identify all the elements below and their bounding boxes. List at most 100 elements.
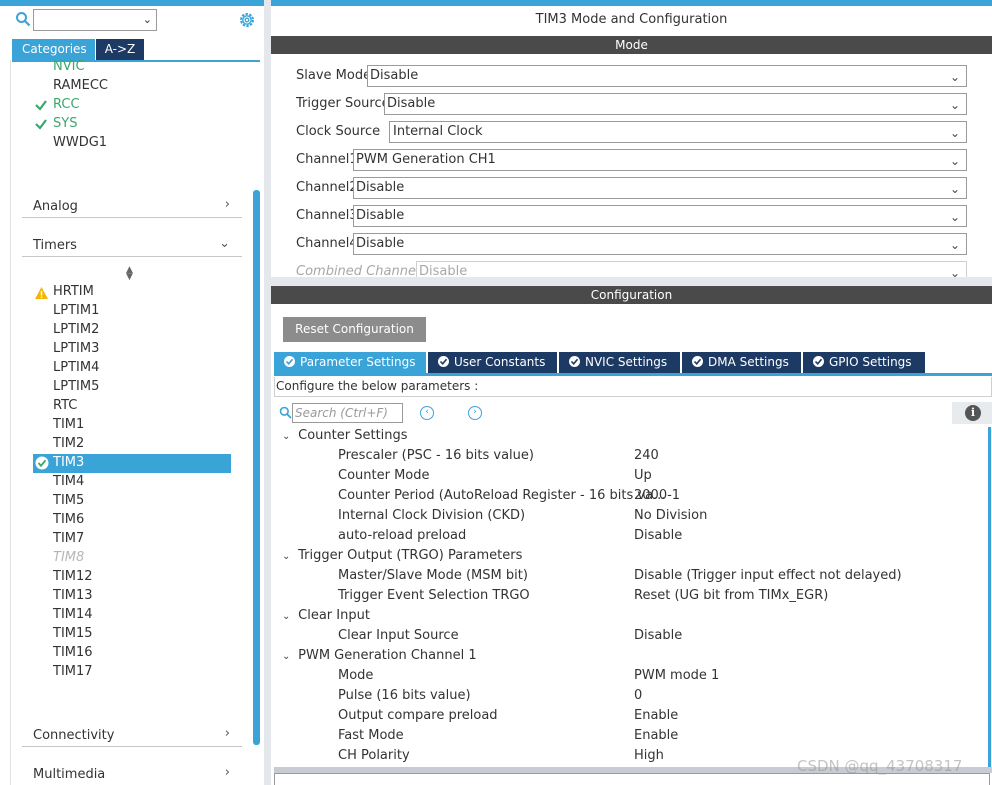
tree-item-tim14[interactable]: TIM14 <box>53 606 93 624</box>
group-clear-input[interactable]: ⌄ Clear Input <box>282 607 370 625</box>
tree-item-tim1[interactable]: TIM1 <box>53 416 84 434</box>
tree-item-tim5[interactable]: TIM5 <box>53 492 84 510</box>
chevron-down-icon[interactable]: ⌄ <box>143 13 152 26</box>
param-name[interactable]: Counter Mode <box>338 467 430 485</box>
tree-item-nvic[interactable]: NVIC <box>53 58 85 76</box>
tree-item-lptim3[interactable]: LPTIM3 <box>53 340 99 358</box>
tabs-underline <box>274 373 992 376</box>
tree-item-tim8[interactable]: TIM8 <box>53 549 84 567</box>
tree-item-lptim1[interactable]: LPTIM1 <box>53 302 99 320</box>
left-scrollbar-thumb[interactable] <box>253 190 260 745</box>
param-value[interactable]: 0 <box>634 687 642 705</box>
group-trigger-output[interactable]: ⌄ Trigger Output (TRGO) Parameters <box>282 547 522 565</box>
section-timers[interactable]: Timers ⌄ <box>22 233 242 257</box>
tree-item-sys[interactable]: SYS <box>53 115 77 133</box>
param-value[interactable]: 240 <box>634 447 659 465</box>
section-multimedia[interactable]: Multimedia › <box>22 762 242 785</box>
param-value[interactable]: No Division <box>634 507 707 525</box>
param-name[interactable]: Master/Slave Mode (MSM bit) <box>338 567 528 585</box>
tab-nvic-settings[interactable]: NVIC Settings <box>559 352 680 373</box>
param-value[interactable]: 2000-1 <box>634 487 680 505</box>
mode-config-splitter[interactable] <box>271 277 992 286</box>
clock-source-row: Clock Source Internal Clock ⌄ <box>296 121 967 143</box>
param-name[interactable]: CH Polarity <box>338 747 410 765</box>
channel1-value: PWM Generation CH1 <box>356 152 496 167</box>
next-match-icon[interactable]: › <box>468 406 482 420</box>
param-value[interactable]: Disable <box>634 627 682 645</box>
group-pwm-channel-1[interactable]: ⌄ PWM Generation Channel 1 <box>282 647 477 665</box>
channel3-select[interactable]: Disable ⌄ <box>353 205 967 227</box>
param-value[interactable]: Reset (UG bit from TIMx_EGR) <box>634 587 828 605</box>
param-name[interactable]: Pulse (16 bits value) <box>338 687 471 705</box>
tab-gpio-settings[interactable]: GPIO Settings <box>803 352 925 373</box>
tree-item-lptim5[interactable]: LPTIM5 <box>53 378 99 396</box>
component-search-combobox[interactable]: ⌄ <box>33 9 157 31</box>
param-name[interactable]: Mode <box>338 667 373 685</box>
tree-item-tim17[interactable]: TIM17 <box>53 663 93 681</box>
tree-item-rcc[interactable]: RCC <box>53 96 80 114</box>
param-value[interactable]: High <box>634 747 664 765</box>
sort-icon[interactable]: ▲ ▼ <box>126 266 133 282</box>
section-connectivity[interactable]: Connectivity › <box>22 723 242 747</box>
tree-item-hrtim[interactable]: HRTIM <box>53 283 94 301</box>
param-name[interactable]: Output compare preload <box>338 707 498 725</box>
tree-item-tim7[interactable]: TIM7 <box>53 530 84 548</box>
info-icon: i <box>965 405 981 421</box>
previous-match-icon[interactable]: ‹ <box>420 406 434 420</box>
param-name[interactable]: Trigger Event Selection TRGO <box>338 587 530 605</box>
tree-item-lptim2[interactable]: LPTIM2 <box>53 321 99 339</box>
info-button[interactable]: i <box>952 402 992 424</box>
tree-item-tim16[interactable]: TIM16 <box>53 644 93 662</box>
tree-item-lptim4[interactable]: LPTIM4 <box>53 359 99 377</box>
slave-mode-select[interactable]: Disable ⌄ <box>367 65 967 87</box>
param-value[interactable]: PWM mode 1 <box>634 667 719 685</box>
chevron-right-icon: › <box>224 765 230 780</box>
param-name[interactable]: Prescaler (PSC - 16 bits value) <box>338 447 534 465</box>
param-value[interactable]: Disable (Trigger input effect not delaye… <box>634 567 902 585</box>
parameter-search-input[interactable]: Search (Ctrl+F) <box>292 403 403 423</box>
section-analog[interactable]: Analog › <box>22 194 242 218</box>
clock-source-select[interactable]: Internal Clock ⌄ <box>389 121 967 143</box>
param-name[interactable]: Clear Input Source <box>338 627 459 645</box>
tree-item-rtc[interactable]: RTC <box>53 397 77 415</box>
tree-item-ramecc[interactable]: RAMECC <box>53 77 108 95</box>
param-value[interactable]: Enable <box>634 707 678 725</box>
tab-user-constants[interactable]: User Constants <box>428 352 557 373</box>
check-icon <box>35 119 47 130</box>
tree-item-tim4[interactable]: TIM4 <box>53 473 84 491</box>
param-value[interactable]: Enable <box>634 727 678 745</box>
gear-icon[interactable] <box>238 11 256 29</box>
group-label: Trigger Output (TRGO) Parameters <box>298 548 523 563</box>
param-name[interactable]: Counter Period (AutoReload Register - 16… <box>338 487 665 505</box>
tab-categories[interactable]: Categories <box>12 39 95 60</box>
group-counter-settings[interactable]: ⌄ Counter Settings <box>282 427 408 445</box>
parameter-scrollbar[interactable] <box>988 427 991 769</box>
channel4-select[interactable]: Disable ⌄ <box>353 233 967 255</box>
tree-item-tim15[interactable]: TIM15 <box>53 625 93 643</box>
tree-item-tim2[interactable]: TIM2 <box>53 435 84 453</box>
param-value[interactable]: Up <box>634 467 652 485</box>
tree-item-wwdg1[interactable]: WWDG1 <box>53 134 107 152</box>
right-panel: TIM3 Mode and Configuration Mode Slave M… <box>271 0 992 785</box>
trigger-source-select[interactable]: Disable ⌄ <box>384 93 967 115</box>
tree-item-tim6[interactable]: TIM6 <box>53 511 84 529</box>
panel-splitter[interactable] <box>264 0 271 785</box>
channel2-select[interactable]: Disable ⌄ <box>353 177 967 199</box>
param-name[interactable]: auto-reload preload <box>338 527 466 545</box>
chevron-down-icon: ⌄ <box>949 98 960 112</box>
tree-item-tim12[interactable]: TIM12 <box>53 568 93 586</box>
left-tabs: Categories A->Z <box>12 39 144 60</box>
tree-item-tim13[interactable]: TIM13 <box>53 587 93 605</box>
reset-configuration-button[interactable]: Reset Configuration <box>283 317 426 342</box>
param-name[interactable]: Internal Clock Division (CKD) <box>338 507 525 525</box>
param-name[interactable]: Fast Mode <box>338 727 404 745</box>
combined-channels-select[interactable]: Disable ⌄ <box>416 261 967 277</box>
tab-parameter-settings[interactable]: Parameter Settings <box>274 352 426 373</box>
channel4-label: Channel4 <box>296 236 358 251</box>
tab-dma-settings[interactable]: DMA Settings <box>682 352 801 373</box>
channel3-label: Channel3 <box>296 208 358 223</box>
tab-a-z[interactable]: A->Z <box>95 39 144 60</box>
param-value[interactable]: Disable <box>634 527 682 545</box>
channel1-select[interactable]: PWM Generation CH1 ⌄ <box>353 149 967 171</box>
tree-item-tim3[interactable]: TIM3 <box>53 454 84 472</box>
